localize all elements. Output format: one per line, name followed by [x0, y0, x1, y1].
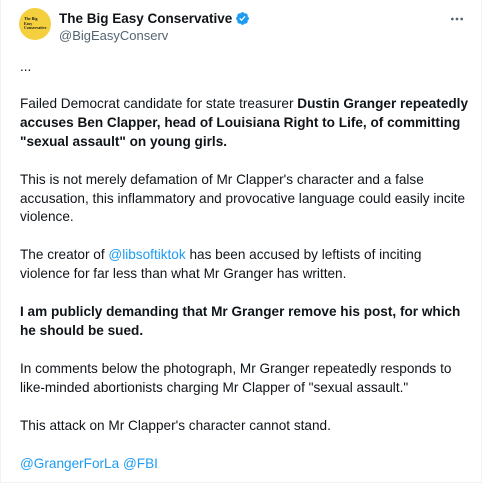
more-dots-glyph	[451, 17, 463, 21]
tweet-paragraph-5: In comments below the photograph, Mr Gra…	[20, 360, 452, 395]
author-name-row: The Big Easy Conservative	[59, 9, 250, 27]
mention-grangerforla-link[interactable]: @GrangerForLa	[20, 456, 119, 471]
mention-fbi-link[interactable]: @FBI	[123, 456, 158, 471]
tweet-ellipsis: ...	[20, 59, 32, 74]
tweet-header: The Big Easy Conservative The Big Easy C…	[19, 8, 471, 48]
mention-libsoftiktok-link[interactable]: @libsoftiktok	[108, 247, 185, 262]
author-handle[interactable]: @BigEasyConserv	[59, 28, 250, 43]
author-block: The Big Easy Conservative @BigEasyConser…	[59, 9, 250, 43]
more-horizontal-icon[interactable]	[447, 10, 467, 28]
tweet-paragraph-6: This attack on Mr Clapper's character ca…	[20, 417, 331, 433]
tweet-paragraph-4: I am publicly demanding that Mr Granger …	[20, 304, 461, 339]
avatar-logo-text: The Big Easy Conservative	[24, 16, 47, 31]
tweet-paragraph-3: The creator of @libsoftiktok has been ac…	[20, 246, 470, 284]
avatar[interactable]: The Big Easy Conservative	[19, 8, 51, 40]
author-display-name[interactable]: The Big Easy Conservative	[59, 11, 232, 26]
tweet-mentions: @GrangerForLa @FBI	[20, 455, 470, 474]
tweet-card: The Big Easy Conservative The Big Easy C…	[0, 0, 482, 483]
tweet-paragraph-1: Failed Democrat candidate for state trea…	[20, 95, 470, 152]
tweet-text: ... Failed Democrat candidate for state …	[20, 58, 470, 493]
paragraph-1-lead: Failed Democrat candidate for state trea…	[20, 95, 298, 111]
verified-badge-icon	[236, 11, 250, 25]
paragraph-3-lead: The creator of	[20, 247, 109, 263]
tweet-paragraph-2: This is not merely defamation of Mr Clap…	[20, 171, 466, 225]
